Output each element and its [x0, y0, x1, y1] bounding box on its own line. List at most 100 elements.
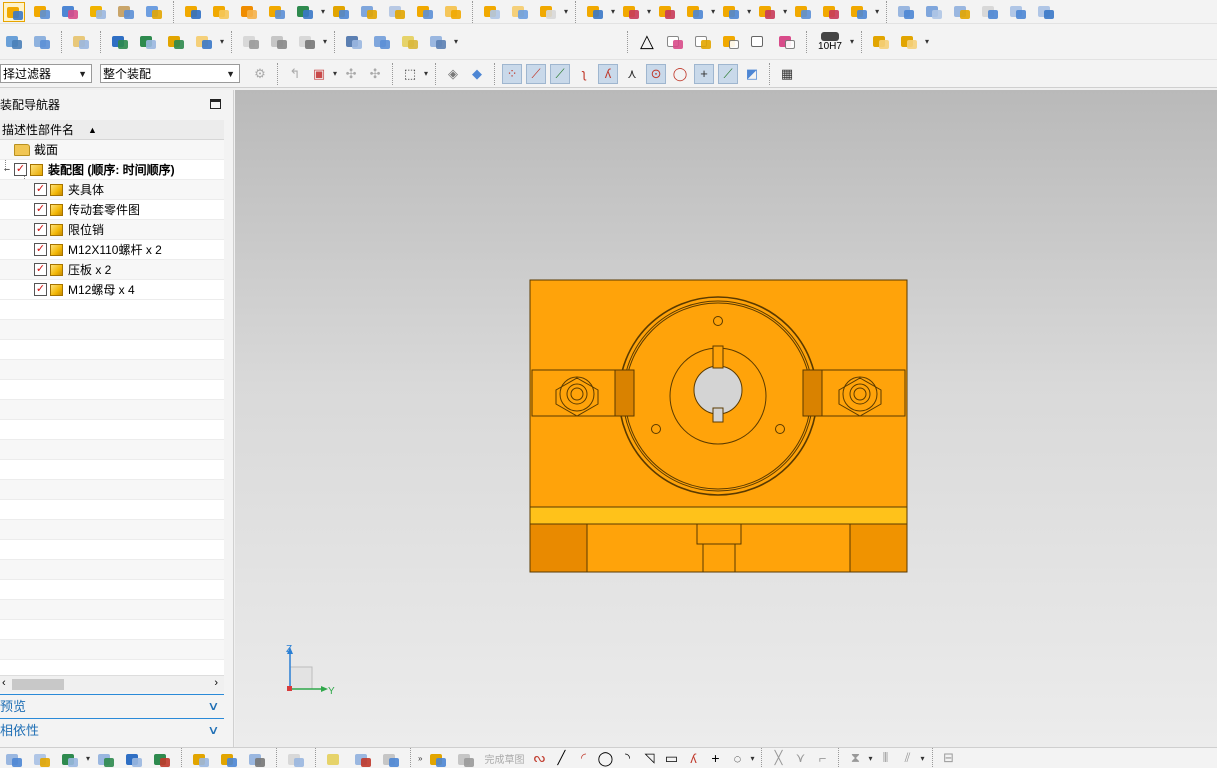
chevron-down-icon[interactable]: ▾	[850, 37, 854, 46]
tree-node-part[interactable]: ✓ 夹具体	[0, 180, 224, 200]
finish-sketch-icon[interactable]	[455, 750, 477, 767]
n-sided-surface-icon[interactable]	[979, 2, 1001, 22]
replace-face-icon[interactable]	[684, 2, 706, 22]
point-icon[interactable]: +	[706, 750, 724, 766]
rectangle-select-icon[interactable]: ⬚	[400, 64, 420, 84]
horizontal-scrollbar[interactable]: ‹ ›	[0, 675, 224, 692]
x-form-icon[interactable]	[1007, 2, 1029, 22]
note-icon[interactable]	[748, 32, 770, 52]
finish-sketch-label[interactable]: 完成草图	[484, 751, 524, 766]
tree-node-part[interactable]: ✓ 压板 x 2	[0, 260, 224, 280]
extend-icon[interactable]: ⋎	[791, 750, 809, 766]
snap-enable-icon[interactable]: ⁘	[502, 63, 523, 84]
type-filter-dropdown[interactable]: 择过滤器 ▼	[0, 64, 92, 83]
arrange-icon[interactable]	[246, 750, 268, 767]
trim-icon[interactable]: ╳	[769, 750, 787, 766]
measure-icon[interactable]	[427, 32, 449, 52]
arc-center-snap-icon[interactable]: ⋏	[622, 64, 642, 84]
chevron-down-icon[interactable]: ▾	[875, 7, 879, 16]
endpoint-snap-icon[interactable]: ⟋	[526, 63, 547, 84]
chevron-down-icon[interactable]: ▾	[424, 69, 428, 78]
offset-curve-icon[interactable]: ⫽	[899, 750, 917, 766]
washer-icon[interactable]	[399, 32, 421, 52]
scroll-right-icon[interactable]: ›	[214, 677, 218, 689]
checkbox-icon[interactable]: ✓	[34, 183, 47, 196]
transform-icon[interactable]	[109, 32, 131, 52]
tolerance-fit-button[interactable]: 10H7	[814, 31, 846, 52]
chevron-down-icon[interactable]: ▾	[750, 754, 754, 763]
delete-face-icon[interactable]	[656, 2, 678, 22]
edit-object-display-icon[interactable]	[70, 32, 92, 52]
add-component-icon[interactable]	[31, 2, 53, 22]
offset-icon[interactable]: ◌	[728, 750, 746, 766]
tree-node-part[interactable]: ✓ 限位销	[0, 220, 224, 240]
show-hide-icon[interactable]	[266, 2, 288, 22]
assembly-icon[interactable]	[3, 750, 25, 767]
collapse-icon[interactable]: −	[0, 164, 14, 176]
checkbox-icon[interactable]: ✓	[34, 223, 47, 236]
tree-node-part[interactable]: ✓ M12螺母 x 4	[0, 280, 224, 300]
maximize-icon[interactable]	[210, 99, 221, 109]
weld-icon[interactable]	[720, 32, 742, 52]
chevron-down-icon[interactable]: ▾	[747, 7, 751, 16]
view-triad[interactable]: Z Y	[286, 644, 335, 697]
tree-node-root[interactable]: − ✓ 装配图 (顺序: 时间顺序)	[0, 160, 224, 180]
point-on-face-snap-icon[interactable]: ◩	[742, 64, 762, 84]
reuse-library-icon[interactable]	[870, 32, 892, 52]
point-on-curve-snap-icon[interactable]: ⟋	[718, 63, 739, 84]
cylinder-thread-icon[interactable]	[343, 32, 365, 52]
datum-plane-icon[interactable]	[240, 32, 262, 52]
checkbox-icon[interactable]: ✓	[14, 163, 27, 176]
annotation-icon[interactable]	[193, 32, 215, 52]
spring-icon[interactable]	[371, 32, 393, 52]
chevron-down-icon[interactable]: ▾	[454, 37, 458, 46]
circle-icon[interactable]: ◯	[596, 750, 614, 766]
extension-icon[interactable]	[1035, 2, 1057, 22]
component-icon[interactable]	[31, 750, 53, 767]
scroll-left-icon[interactable]: ‹	[2, 677, 6, 689]
column-header[interactable]: 描述性部件名 ▲	[0, 120, 224, 140]
dimension-icon[interactable]	[776, 32, 798, 52]
move-object-icon[interactable]	[137, 32, 159, 52]
surface-icon[interactable]	[537, 2, 559, 22]
chevron-down-icon[interactable]: ▾	[921, 754, 925, 763]
copy-object-icon[interactable]	[165, 32, 187, 52]
checkbox-icon[interactable]: ✓	[34, 283, 47, 296]
offset-region-icon[interactable]	[720, 2, 742, 22]
scroll-thumb[interactable]	[12, 679, 64, 690]
tree-node-part[interactable]: ✓ M12X110螺杆 x 2	[0, 240, 224, 260]
mirror-curve-icon[interactable]: ⧗	[846, 750, 864, 766]
corner-icon[interactable]: ⌐	[813, 750, 831, 766]
work-layer-icon[interactable]: ▦	[777, 64, 797, 84]
circle-center-snap-icon[interactable]: ⊙	[646, 63, 667, 84]
studio-surface-icon[interactable]	[951, 2, 973, 22]
pattern-curve-icon[interactable]: ⦀	[877, 750, 895, 766]
move-to-layer-icon[interactable]	[31, 32, 53, 52]
array-component-icon[interactable]	[115, 2, 137, 22]
datum-csys-icon[interactable]	[296, 32, 318, 52]
mirror-icon[interactable]	[123, 750, 145, 767]
select-box-icon[interactable]: ▣	[309, 64, 329, 84]
pull-face-icon[interactable]	[756, 2, 778, 22]
align-icon[interactable]	[151, 750, 173, 767]
clearance-icon[interactable]	[386, 2, 408, 22]
new-component-icon[interactable]	[59, 2, 81, 22]
wave-linker-icon[interactable]	[294, 2, 316, 22]
sequence-icon[interactable]	[358, 2, 380, 22]
checkbox-icon[interactable]: ✓	[34, 263, 47, 276]
group-face-icon[interactable]	[792, 2, 814, 22]
chamfer-icon[interactable]: ◹	[640, 750, 658, 766]
chevron-down-icon[interactable]: ▾	[611, 7, 615, 16]
graphics-viewport[interactable]: Z Y	[235, 90, 1217, 747]
sync-move-icon[interactable]	[584, 2, 606, 22]
sketch-icon[interactable]	[427, 750, 449, 767]
quadrant-snap-icon[interactable]: ◯	[670, 64, 690, 84]
view-cube-icon[interactable]	[285, 750, 307, 767]
midpoint-snap-icon[interactable]: ⟋	[550, 63, 571, 84]
sort-ascending-icon[interactable]: ▲	[88, 125, 97, 135]
chevron-down-icon[interactable]: ▾	[783, 7, 787, 16]
grid-add-icon[interactable]	[692, 32, 714, 52]
wave-icon[interactable]	[190, 750, 212, 767]
sketch-dim-icon[interactable]	[380, 750, 402, 767]
chevron-down-icon[interactable]: ▾	[323, 37, 327, 46]
